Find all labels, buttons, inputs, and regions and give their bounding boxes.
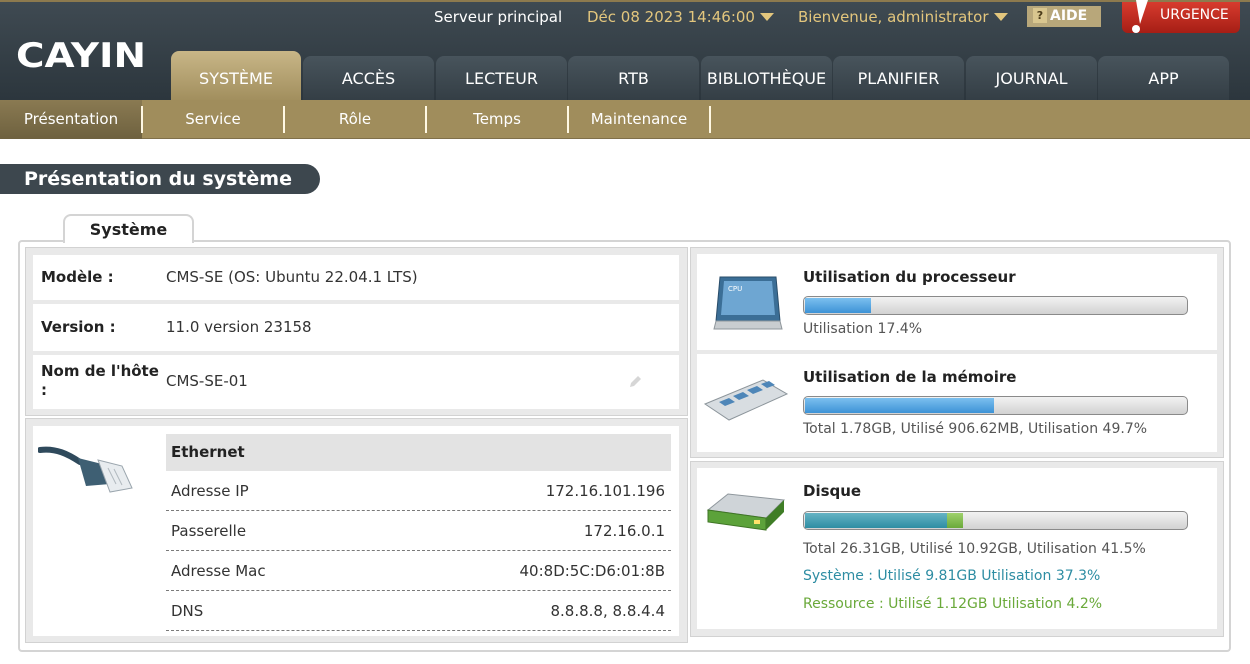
mac-label: Adresse Mac — [171, 562, 266, 580]
gateway-label: Passerelle — [171, 522, 247, 540]
help-icon: ? — [1033, 8, 1047, 23]
ip-value: 172.16.101.196 — [545, 482, 665, 500]
subtab-role[interactable]: Rôle — [284, 100, 426, 139]
disk-usage-text: Total 26.31GB, Utilisé 10.92GB, Utilisat… — [803, 541, 1146, 557]
top-header: CAYIN Serveur principal Déc 08 2023 14:4… — [0, 0, 1250, 102]
svg-text:CPU: CPU — [728, 285, 742, 293]
chevron-down-icon — [759, 13, 774, 21]
memory-icon — [703, 379, 789, 421]
memory-usage-text: Total 1.78GB, Utilisé 906.62MB, Utilisat… — [803, 421, 1148, 437]
memory-usage-fill — [805, 398, 995, 413]
memory-usage-bar — [803, 396, 1188, 415]
ethernet-row-mac: Adresse Mac 40:8D:5C:D6:01:8B — [166, 551, 671, 591]
model-value: CMS-SE (OS: Ubuntu 22.04.1 LTS) — [166, 268, 418, 286]
section-tab-systeme[interactable]: Système — [63, 214, 194, 243]
subtab-maintenance[interactable]: Maintenance — [568, 100, 710, 139]
user-greeting: Bienvenue, administrator — [798, 8, 989, 26]
tab-planifier[interactable]: PLANIFIER — [833, 56, 964, 102]
emergency-button[interactable]: URGENCE — [1122, 0, 1240, 33]
cpu-title: Utilisation du processeur — [803, 268, 1016, 286]
gateway-value: 172.16.0.1 — [583, 522, 665, 540]
disk-title: Disque — [803, 482, 862, 500]
subtab-service[interactable]: Service — [142, 100, 284, 139]
pencil-icon[interactable] — [628, 375, 642, 389]
mac-value: 40:8D:5C:D6:01:8B — [519, 562, 665, 580]
ethernet-row-gateway: Passerelle 172.16.0.1 — [166, 511, 671, 551]
ethernet-cable-icon — [38, 446, 133, 493]
subtab-temps[interactable]: Temps — [426, 100, 568, 139]
chevron-down-icon — [993, 13, 1008, 21]
cpu-usage-bar — [803, 296, 1188, 315]
dns-value: 8.8.8.8, 8.8.4.4 — [550, 602, 666, 620]
tab-bibliotheque[interactable]: BIBLIOTHÈQUE — [701, 56, 832, 102]
tab-lecteur[interactable]: LECTEUR — [436, 56, 567, 102]
page-title: Présentation du système — [0, 164, 320, 194]
server-label: Serveur principal — [434, 8, 563, 26]
subtab-presentation[interactable]: Présentation — [0, 100, 142, 139]
hostname-label: Nom de l'hôte — [41, 362, 159, 380]
emergency-label: URGENCE — [1160, 7, 1229, 23]
ethernet-row-ip: Adresse IP 172.16.101.196 — [166, 471, 671, 511]
ip-label: Adresse IP — [171, 482, 249, 500]
version-row — [33, 304, 679, 351]
warning-icon — [1132, 0, 1148, 33]
model-label: Modèle : — [41, 268, 114, 286]
disk-system-text: Système : Utilisé 9.81GB Utilisation 37.… — [803, 568, 1101, 584]
cpu-icon: CPU — [713, 276, 783, 330]
version-label: Version : — [41, 318, 116, 336]
disk-resource-text: Ressource : Utilisé 1.12GB Utilisation 4… — [803, 596, 1103, 612]
tab-acces[interactable]: ACCÈS — [303, 56, 434, 102]
sub-navigation: Présentation Service Rôle Temps Maintena… — [0, 100, 1250, 139]
svg-text:CAYIN: CAYIN — [16, 36, 146, 72]
hostname-label-colon: : — [41, 381, 47, 399]
disk-usage-bar — [803, 511, 1188, 530]
hard-disk-icon — [706, 493, 786, 531]
cpu-usage-text: Utilisation 17.4% — [803, 321, 923, 337]
dns-label: DNS — [171, 602, 204, 620]
disk-system-fill — [805, 513, 948, 528]
subtab-divider — [709, 106, 711, 133]
memory-title: Utilisation de la mémoire — [803, 368, 1017, 386]
datetime-dropdown[interactable]: Déc 08 2023 14:46:00 — [587, 7, 774, 27]
user-menu[interactable]: Bienvenue, administrator — [798, 7, 1008, 27]
version-value: 11.0 version 23158 — [166, 318, 312, 336]
tab-systeme[interactable]: SYSTÈME — [171, 51, 301, 102]
help-button[interactable]: ? AIDE — [1027, 6, 1101, 27]
tab-journal[interactable]: JOURNAL — [966, 56, 1097, 102]
ethernet-title: Ethernet — [166, 434, 671, 471]
datetime-text: Déc 08 2023 14:46:00 — [587, 8, 755, 26]
ethernet-row-dns: DNS 8.8.8.8, 8.8.4.4 — [166, 591, 671, 631]
cpu-usage-fill — [805, 298, 872, 313]
app-root: CAYIN Serveur principal Déc 08 2023 14:4… — [0, 0, 1250, 664]
hostname-value: CMS-SE-01 — [166, 372, 248, 390]
tab-app[interactable]: APP — [1098, 56, 1229, 102]
tab-rtb[interactable]: RTB — [568, 56, 699, 102]
help-label: AIDE — [1050, 8, 1088, 24]
cayin-logo: CAYIN — [16, 36, 146, 72]
disk-resource-fill — [947, 513, 964, 528]
